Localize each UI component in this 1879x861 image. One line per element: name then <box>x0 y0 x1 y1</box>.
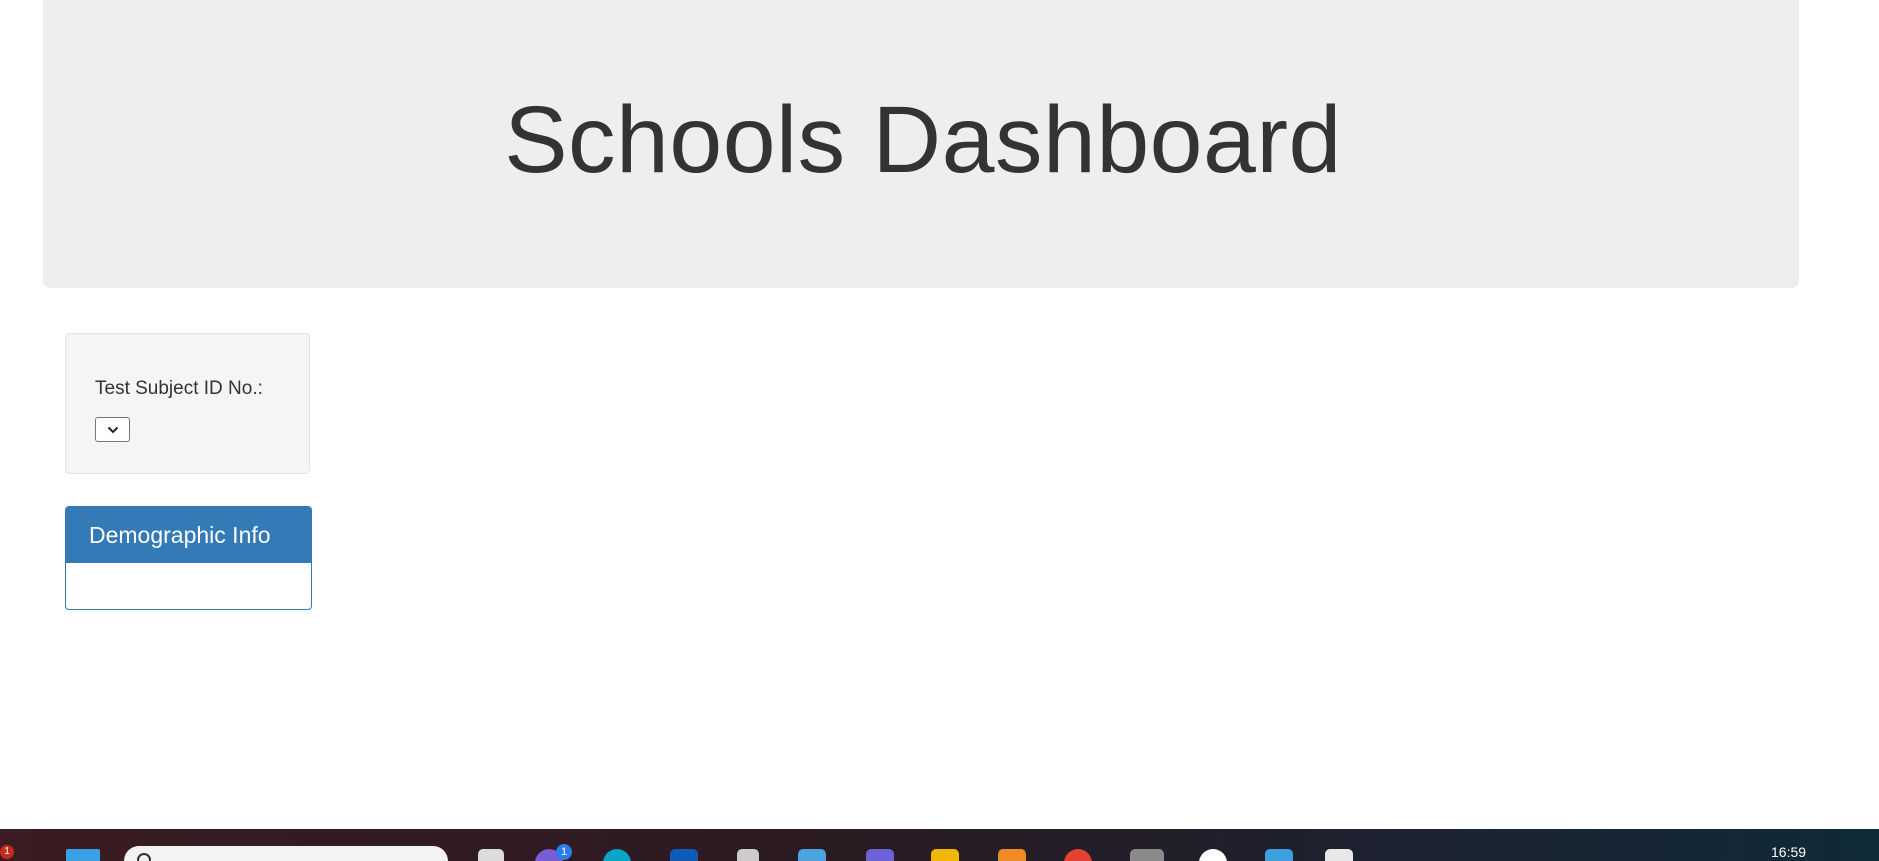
copilot-icon[interactable] <box>866 849 894 861</box>
store-icon[interactable] <box>798 849 826 861</box>
demographic-info-panel: Demographic Info <box>65 506 312 610</box>
subject-id-label: Test Subject ID No.: <box>95 378 263 399</box>
app-icon[interactable] <box>737 849 759 861</box>
app-badge: 1 <box>556 844 572 860</box>
demographic-info-title: Demographic Info <box>89 521 271 548</box>
calendar-icon[interactable] <box>1265 849 1293 861</box>
app-icon[interactable] <box>478 849 504 861</box>
clock[interactable]: 16:59 <box>1771 844 1806 860</box>
file-explorer-icon[interactable] <box>931 849 959 861</box>
windows-start-icon[interactable] <box>66 849 100 861</box>
edge-icon[interactable] <box>603 849 631 861</box>
subject-selector-well: Test Subject ID No.: <box>65 333 310 474</box>
header-jumbotron: Schools Dashboard <box>43 0 1799 288</box>
dashboard-app-icon[interactable] <box>1325 849 1353 861</box>
subject-id-select[interactable] <box>95 417 130 442</box>
notification-badge[interactable]: 1 <box>0 845 14 859</box>
page-title: Schools Dashboard <box>504 86 1342 193</box>
photos-icon[interactable] <box>998 849 1026 861</box>
chevron-down-icon <box>107 426 118 433</box>
slack-icon[interactable] <box>1199 849 1227 861</box>
outlook-icon[interactable] <box>670 849 698 861</box>
app-icon[interactable] <box>1130 849 1164 861</box>
demographic-info-heading: Demographic Info <box>66 507 311 563</box>
taskbar-search[interactable] <box>124 846 448 861</box>
taskbar: 1 1 16:59 <box>0 829 1879 861</box>
chrome-icon[interactable] <box>1064 849 1092 861</box>
search-icon <box>137 853 151 861</box>
